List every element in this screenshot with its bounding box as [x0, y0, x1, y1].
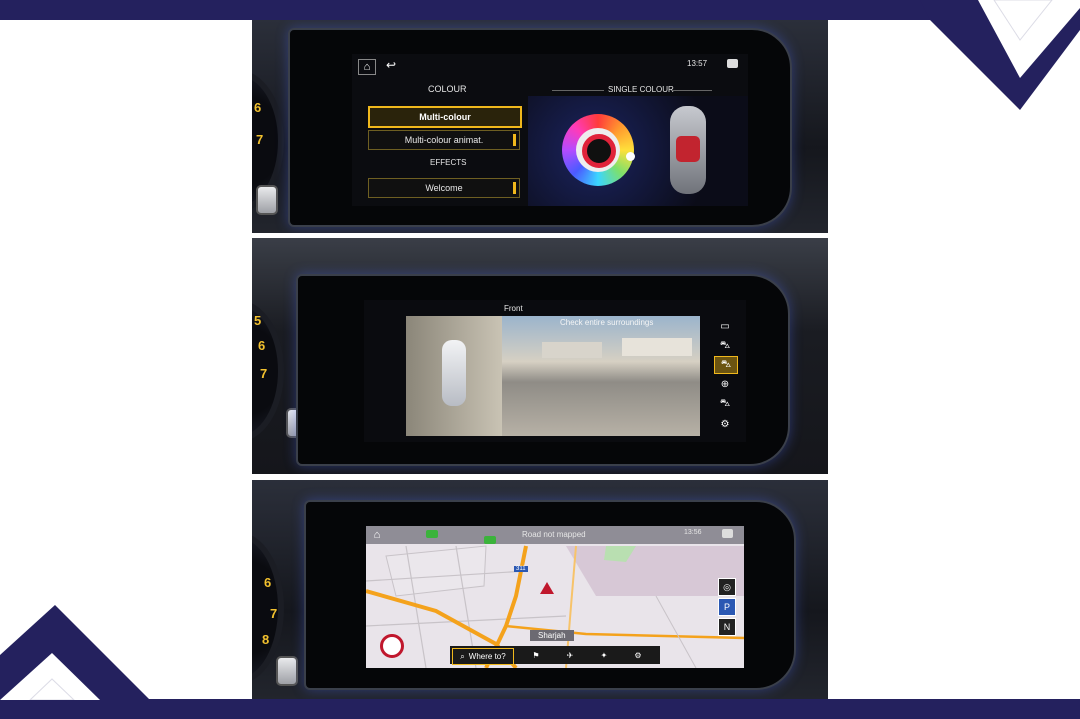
poi-icon[interactable]: ✦ [592, 648, 616, 663]
parking-canopy-image [622, 338, 692, 356]
gauge-number: 7 [270, 606, 278, 621]
traffic-sign-icon [484, 536, 496, 544]
where-to-button[interactable]: ⌕ Where to? [452, 648, 514, 665]
colour-slider-handle[interactable] [626, 152, 635, 161]
camera-mode-icon[interactable]: ▭ [714, 318, 736, 334]
home-icon[interactable]: ⌂ [358, 59, 376, 75]
gauge-number: 5 [254, 313, 262, 328]
steering-control-knob [256, 185, 278, 215]
compass-icon[interactable]: ◎ [718, 578, 736, 596]
route-options-icon[interactable]: ⚑ [524, 648, 548, 663]
search-icon: ⌕ [460, 651, 465, 661]
car-top-view-image [442, 340, 466, 406]
vehicle-position-arrow [540, 582, 554, 594]
road-status: Road not mapped [522, 530, 586, 539]
status-time: 13:56 [684, 529, 702, 536]
effects-heading: EFFECTS [430, 158, 467, 167]
parking-icon[interactable]: P [718, 598, 736, 616]
camera-screen: Front Check entire surroundings ▭ ⛍ ⛍ ⊕ … [364, 300, 746, 442]
building-image [542, 342, 602, 358]
gauge-number: 7 [256, 132, 264, 147]
single-colour-heading: SINGLE COLOUR [608, 85, 674, 94]
camera-view-photo: 5 6 7 Front Check entire surroundings ▭ … [252, 238, 828, 474]
bottom-banner-bar [0, 699, 1080, 719]
option-label: Multi-colour [419, 112, 471, 122]
colour-heading: COLOUR [428, 84, 467, 94]
status-time: 13:57 [687, 59, 708, 68]
bottom-left-chevron-decoration [0, 605, 150, 700]
selected-colour-ring [582, 134, 616, 168]
traffic-sign-icon [426, 530, 438, 538]
city-label: Sharjah [530, 630, 574, 641]
north-up-icon[interactable]: N [718, 618, 736, 636]
destination-icon[interactable]: ✈ [558, 648, 582, 663]
front-wide-view-icon[interactable]: ⛍ [714, 356, 738, 374]
surround-view-icon[interactable]: ⊕ [714, 376, 736, 392]
home-icon[interactable]: ⌂ [370, 528, 384, 541]
gauge-number: 7 [260, 366, 268, 381]
car-interior-highlight [676, 136, 700, 162]
message-icon[interactable] [727, 59, 738, 68]
divider [552, 90, 604, 91]
option-label: Multi-colour animat. [404, 135, 484, 145]
top-banner-bar [0, 0, 1080, 20]
camera-settings-icon[interactable]: ⚙ [714, 416, 736, 432]
navigation-photo: 6 7 8 ⌂ Road not mapped 13:56 311 ◎ P N … [252, 480, 828, 699]
steering-control-knob [276, 656, 298, 686]
front-camera-view [502, 316, 700, 436]
lighting-preview-background [528, 96, 748, 206]
welcome-option[interactable]: Welcome [368, 178, 520, 198]
where-to-label: Where to? [468, 652, 506, 661]
multi-colour-option[interactable]: Multi-colour [368, 106, 522, 128]
camera-notice: Check entire surroundings [560, 318, 654, 327]
route-sign: 311 [514, 566, 528, 572]
settings-icon[interactable]: ⚙ [626, 648, 650, 663]
ambient-lighting-screen: ⌂ ↩ 13:57 COLOUR SINGLE COLOUR Multi-col… [352, 54, 748, 206]
ambient-lighting-photo: 6 7 ⌂ ↩ 13:57 COLOUR SINGLE COLOUR Multi… [252, 20, 828, 233]
gauge-number: 8 [262, 632, 270, 647]
option-label: Welcome [425, 183, 463, 193]
gauge-number: 6 [264, 575, 272, 590]
divider [672, 90, 712, 91]
top-right-chevron-decoration [920, 0, 1080, 110]
camera-label: Front [504, 304, 523, 313]
navigation-screen: ⌂ Road not mapped 13:56 311 ◎ P N Sharja… [366, 526, 744, 668]
front-view-icon[interactable]: ⛍ [714, 338, 736, 354]
selection-bar [513, 134, 516, 146]
multi-colour-animation-option[interactable]: Multi-colour animat. [368, 130, 520, 150]
back-icon[interactable]: ↩ [386, 58, 396, 72]
gauge-number: 6 [254, 100, 262, 115]
speed-limit-sign [380, 634, 404, 658]
rear-view-icon[interactable]: ⛍ [714, 396, 736, 412]
message-icon[interactable] [722, 529, 733, 538]
gauge-number: 6 [258, 338, 266, 353]
selection-bar [513, 182, 516, 194]
